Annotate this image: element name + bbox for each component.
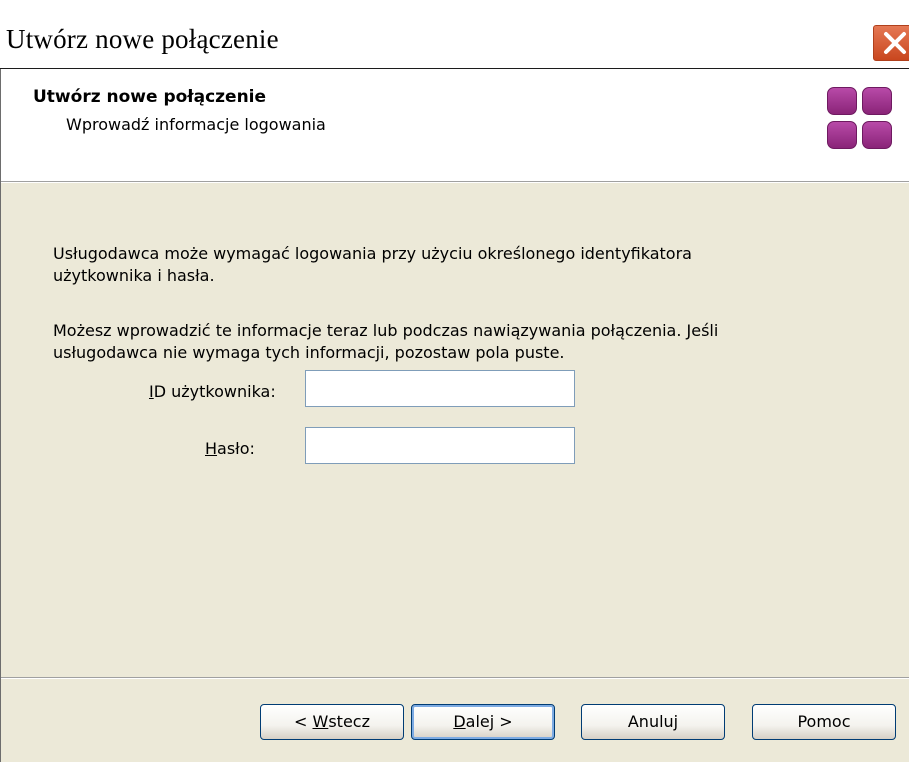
wizard-header: Utwórz nowe połączenie Wprowadź informac…: [1, 69, 909, 181]
network-connections-icon: [826, 87, 896, 157]
back-button-prefix: <: [294, 712, 313, 731]
cancel-button[interactable]: Anuluj: [581, 704, 725, 740]
window-title: Utwórz nowe połączenie: [6, 24, 279, 54]
back-button-access-key: W: [312, 712, 329, 731]
next-button-text: alej >: [465, 712, 513, 731]
content-panel: Usługodawca może wymagać logowania przy …: [1, 183, 909, 692]
header-title: Utwórz nowe połączenie: [33, 87, 267, 107]
wizard-window: Utwórz nowe połączenie Utwórz nowe połąc…: [0, 0, 909, 762]
title-bar[interactable]: Utwórz nowe połączenie: [0, 8, 909, 70]
next-button-access-key: D: [453, 712, 466, 731]
close-icon: [884, 32, 906, 54]
password-access-key: H: [205, 439, 218, 458]
button-bar: < Wstecz Dalej > Anuluj Pomoc: [1, 679, 909, 762]
info-paragraph-2: Możesz wprowadzić te informacje teraz lu…: [53, 321, 719, 362]
next-button[interactable]: Dalej >: [411, 704, 555, 740]
dialog-body: Utwórz nowe połączenie Wprowadź informac…: [0, 69, 909, 762]
user-id-label-text: D użytkownika:: [153, 382, 276, 401]
password-label-text: asło:: [217, 439, 255, 458]
info-paragraph-1: Usługodawca może wymagać logowania przy …: [53, 244, 692, 285]
back-button[interactable]: < Wstecz: [260, 704, 404, 740]
back-button-text: stecz: [328, 712, 370, 731]
password-label: Hasło:: [205, 439, 255, 458]
password-input[interactable]: [305, 427, 575, 464]
header-subtitle: Wprowadź informacje logowania: [66, 115, 326, 134]
close-button[interactable]: [872, 24, 909, 62]
help-button[interactable]: Pomoc: [752, 704, 896, 740]
user-id-input[interactable]: [305, 370, 575, 407]
user-id-label: ID użytkownika:: [149, 382, 276, 401]
